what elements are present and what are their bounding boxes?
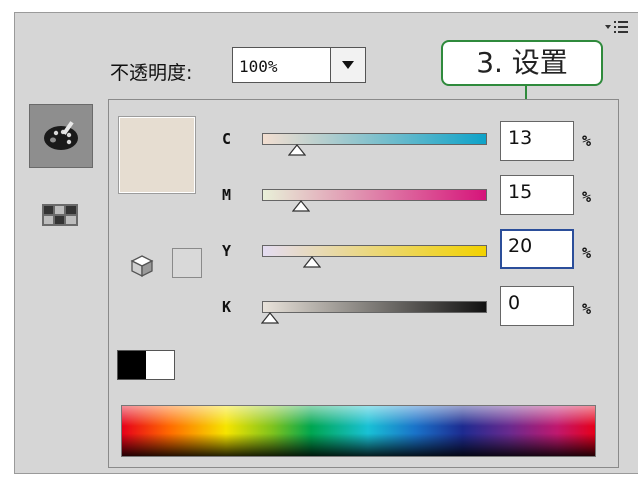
color-mode-button[interactable] bbox=[29, 104, 93, 168]
cube-icon[interactable] bbox=[130, 254, 154, 278]
opacity-label: 不透明度: bbox=[110, 62, 193, 84]
panel-menu-icon[interactable] bbox=[604, 20, 634, 36]
black-swatch[interactable] bbox=[118, 351, 146, 379]
palette-icon bbox=[44, 121, 78, 150]
channel-c-label: C bbox=[222, 130, 232, 148]
channel-c-percent: % bbox=[582, 132, 592, 150]
channel-m-label: M bbox=[222, 186, 232, 204]
channel-k-slider[interactable] bbox=[262, 301, 487, 313]
channel-k-input[interactable]: 0 bbox=[500, 286, 574, 326]
channel-y-label: Y bbox=[222, 242, 232, 260]
channel-k-thumb[interactable] bbox=[261, 312, 279, 324]
channel-k-percent: % bbox=[582, 300, 592, 318]
opacity-dropdown[interactable]: 100% bbox=[232, 47, 366, 83]
color-spectrum[interactable] bbox=[121, 405, 596, 457]
channel-y-percent: % bbox=[582, 244, 592, 262]
spectrum-shade bbox=[122, 406, 595, 456]
white-swatch[interactable] bbox=[146, 351, 174, 379]
dropdown-arrow-icon[interactable] bbox=[330, 48, 365, 82]
channel-m-input[interactable]: 15 bbox=[500, 175, 574, 215]
current-color-swatch[interactable] bbox=[118, 116, 196, 194]
swatches-grid-icon[interactable] bbox=[42, 204, 78, 226]
channel-m-thumb[interactable] bbox=[292, 200, 311, 212]
channel-y-thumb[interactable] bbox=[302, 256, 321, 268]
channel-c-input[interactable]: 13 bbox=[500, 121, 574, 161]
channel-y-slider[interactable] bbox=[262, 245, 487, 257]
opacity-value: 100% bbox=[239, 57, 278, 76]
step-callout: 3. 设置 bbox=[441, 40, 603, 86]
black-white-swatch[interactable] bbox=[117, 350, 175, 380]
channel-m-percent: % bbox=[582, 188, 592, 206]
web-safe-color-swatch[interactable] bbox=[172, 248, 202, 278]
channel-y-input[interactable]: 20 bbox=[500, 229, 574, 269]
channel-c-thumb[interactable] bbox=[288, 144, 307, 156]
channel-k-label: K bbox=[222, 298, 232, 316]
